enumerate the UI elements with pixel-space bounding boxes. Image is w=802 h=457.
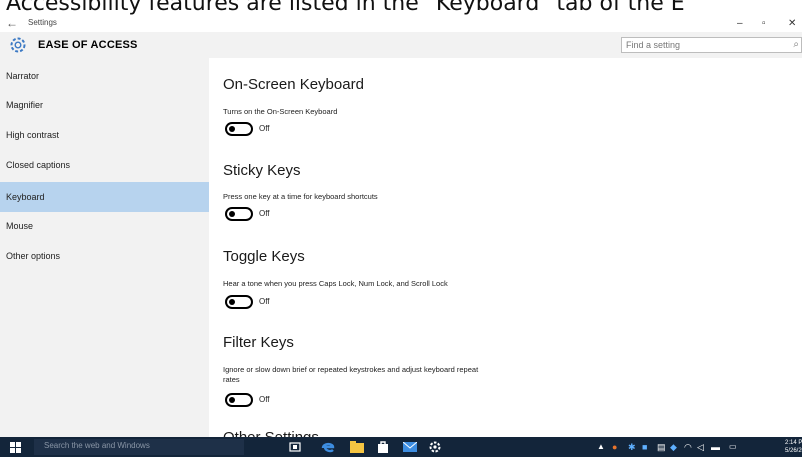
window-title: Settings [28, 18, 57, 27]
toggle-knob [229, 299, 235, 305]
tray-dropbox-icon[interactable]: ■ [642, 437, 647, 457]
store-icon[interactable] [377, 440, 389, 454]
toggle-knob [229, 126, 235, 132]
keyboard-icon[interactable]: ▭ [729, 437, 737, 457]
taskbar-search-placeholder: Search the web and Windows [44, 441, 150, 450]
toggle-state-label: Off [259, 395, 270, 404]
section-title-filter-keys: Filter Keys [223, 334, 294, 351]
sidebar-item-label: Narrator [6, 71, 40, 81]
toggle-state-label: Off [259, 124, 270, 133]
mail-icon[interactable] [403, 442, 417, 452]
sticky-keys-toggle[interactable] [225, 207, 253, 221]
section-desc: Turns on the On-Screen Keyboard [223, 107, 338, 116]
close-icon[interactable]: ✕ [788, 18, 796, 29]
toggle-knob [229, 397, 235, 403]
window-titlebar: ← Settings – ▫ ✕ [0, 8, 802, 32]
sidebar-item-magnifier[interactable]: Magnifier [0, 90, 209, 120]
file-explorer-icon[interactable] [350, 441, 364, 453]
edge-browser-icon[interactable] [321, 440, 335, 454]
sidebar-item-narrator[interactable]: Narrator [0, 61, 209, 91]
toggle-state-label: Off [259, 209, 270, 218]
search-placeholder: Find a setting [626, 40, 681, 50]
section-desc: Hear a tone when you press Caps Lock, Nu… [223, 279, 448, 288]
section-title-sticky-keys: Sticky Keys [223, 162, 301, 179]
filter-keys-toggle[interactable] [225, 393, 253, 407]
page-title: EASE OF ACCESS [38, 39, 138, 51]
sidebar: Narrator Magnifier High contrast Closed … [0, 58, 209, 437]
sidebar-item-high-contrast[interactable]: High contrast [0, 120, 209, 150]
tray-app-icon[interactable]: ▤ [657, 437, 666, 457]
taskbar-search-input[interactable]: Search the web and Windows [34, 439, 244, 455]
sidebar-item-other-options[interactable]: Other options [0, 241, 209, 271]
back-arrow-icon[interactable]: ← [6, 16, 18, 30]
sidebar-item-label: Closed captions [6, 160, 71, 170]
gear-icon [10, 37, 26, 53]
clock-date: 5/26/2016 [785, 448, 802, 454]
wifi-icon[interactable]: ◠ [684, 437, 692, 457]
sidebar-item-label: Magnifier [6, 100, 44, 110]
search-icon: ⌕ [793, 39, 799, 50]
section-title-on-screen-keyboard: On-Screen Keyboard [223, 76, 364, 93]
restore-icon[interactable]: ▫ [762, 18, 766, 29]
sidebar-item-keyboard[interactable]: Keyboard [0, 182, 209, 212]
header-bar: EASE OF ACCESS Find a setting ⌕ [0, 32, 802, 58]
sidebar-item-closed-captions[interactable]: Closed captions [0, 150, 209, 180]
sidebar-item-mouse[interactable]: Mouse [0, 211, 209, 241]
taskbar: Search the web and Windows ▲ ● ✱ ■ ▤ ◆ ◠… [0, 437, 802, 457]
section-title-other-settings: Other Settings [223, 429, 319, 437]
tray-up-arrow-icon[interactable]: ▲ [597, 437, 605, 457]
main-content: On-Screen Keyboard Turns on the On-Scree… [209, 58, 802, 437]
section-desc: Ignore or slow down brief or repeated ke… [223, 365, 479, 384]
minimize-icon[interactable]: – [737, 18, 743, 29]
clock-time: 2:14 PM [785, 440, 802, 446]
section-desc: Press one key at a time for keyboard sho… [223, 192, 378, 201]
toggle-knob [229, 211, 235, 217]
volume-icon[interactable]: ◁ [697, 437, 704, 457]
sidebar-item-label: Keyboard [6, 192, 45, 202]
settings-gear-icon[interactable] [428, 440, 442, 454]
windows-start-icon[interactable] [10, 442, 21, 453]
toggle-keys-toggle[interactable] [225, 295, 253, 309]
tray-app-icon[interactable]: ◆ [670, 437, 677, 457]
taskbar-clock[interactable]: 2:14 PM 5/26/2016 [785, 439, 802, 455]
task-view-icon[interactable] [289, 442, 301, 452]
search-input[interactable]: Find a setting ⌕ [621, 37, 802, 53]
bluetooth-icon[interactable]: ✱ [628, 437, 636, 457]
toggle-state-label: Off [259, 297, 270, 306]
sidebar-item-label: High contrast [6, 130, 60, 140]
on-screen-keyboard-toggle[interactable] [225, 122, 253, 136]
action-center-icon[interactable]: ▬ [711, 437, 720, 457]
sidebar-item-label: Mouse [6, 221, 34, 231]
tray-app-icon[interactable]: ● [612, 437, 617, 457]
sidebar-item-label: Other options [6, 251, 61, 261]
section-title-toggle-keys: Toggle Keys [223, 248, 305, 265]
